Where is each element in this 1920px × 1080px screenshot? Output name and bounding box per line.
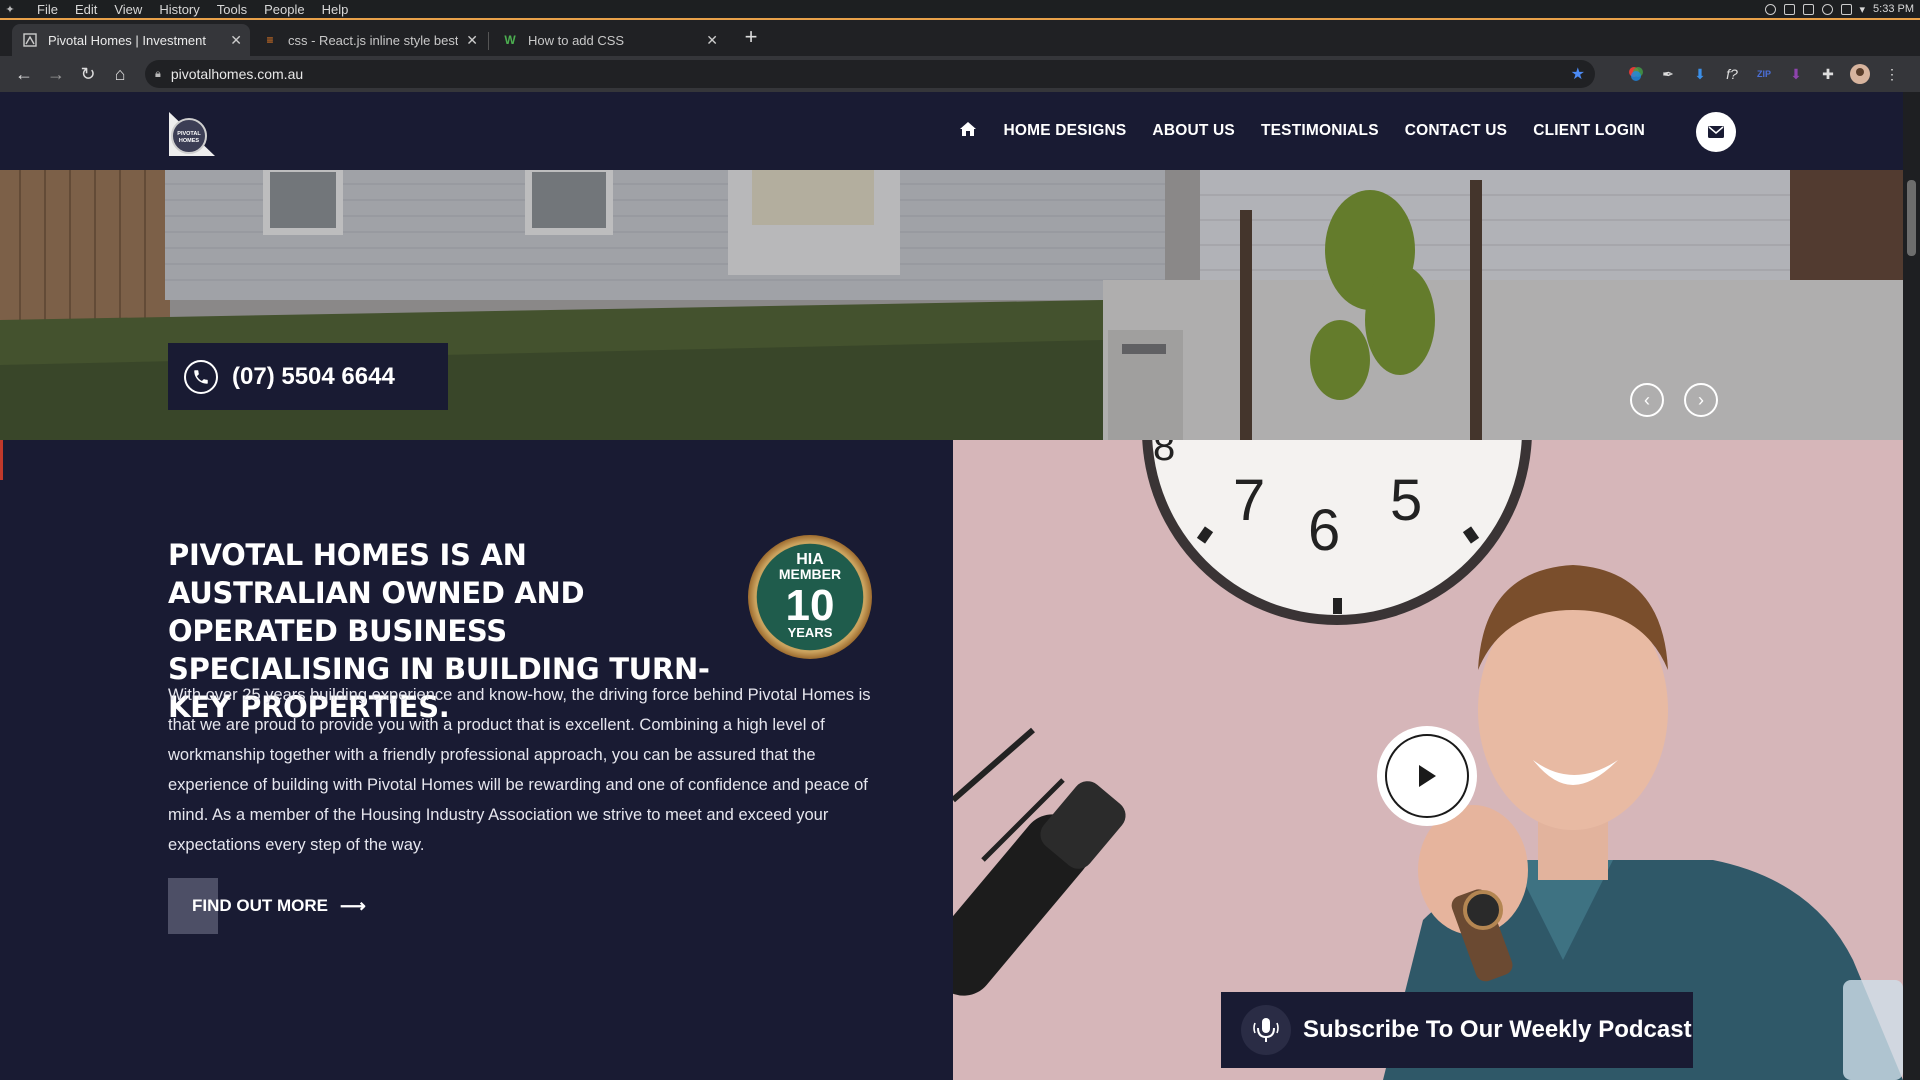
page-viewport: (07) 5504 6644 ‹ › PIVOTAL HOMES HOME DE… <box>0 92 1903 1080</box>
w3schools-favicon-icon: W <box>504 33 516 47</box>
tab-close-icon[interactable]: ✕ <box>706 32 718 49</box>
cta-label: FIND OUT MORE <box>192 896 328 915</box>
intro-paragraph: With over 25 years building experience a… <box>168 686 871 854</box>
extensions-puzzle-icon[interactable]: ✚ <box>1817 63 1839 85</box>
tab-separator <box>488 32 489 50</box>
tab-title: css - React.js inline style best <box>288 32 458 48</box>
phone-box[interactable]: (07) 5504 6644 <box>168 343 448 410</box>
os-menu-history[interactable]: History <box>159 2 199 17</box>
red-accent-edge <box>0 440 3 480</box>
clock[interactable]: 5:33 PM <box>1873 3 1914 15</box>
scrollbar-thumb[interactable] <box>1907 180 1916 256</box>
clock-numeral: 5 <box>1390 468 1422 533</box>
badge-member: MEMBER <box>779 566 841 582</box>
page-scrollbar[interactable] <box>1903 92 1920 1080</box>
clock-numeral: 8 <box>1153 440 1175 469</box>
tab-pivotal-homes[interactable]: Pivotal Homes | Investment ✕ <box>12 24 250 56</box>
tab-stackoverflow[interactable]: ≡ css - React.js inline style best ✕ <box>252 24 486 56</box>
tab-close-icon[interactable]: ✕ <box>230 32 242 49</box>
badge-number: 10 <box>786 581 835 630</box>
badge-years: YEARS <box>788 625 833 640</box>
slider-next-button[interactable]: › <box>1684 383 1718 417</box>
address-bar[interactable]: 🔒︎ pivotalhomes.com.au ★ <box>145 60 1595 88</box>
os-menu-view[interactable]: View <box>114 2 142 17</box>
tab-title: How to add CSS <box>528 32 625 48</box>
main-nav: HOME DESIGNS ABOUT US TESTIMONIALS CONTA… <box>959 92 1645 170</box>
home-button[interactable]: ⌂ <box>104 58 136 90</box>
profile-avatar[interactable] <box>1849 63 1871 85</box>
envelope-icon <box>1708 126 1724 138</box>
podcast-label: Subscribe To Our Weekly Podcast <box>1303 1016 1692 1043</box>
bookmark-star-icon[interactable]: ★ <box>1571 64 1585 84</box>
tray-clipboard-icon[interactable] <box>1802 3 1814 15</box>
nav-testimonials[interactable]: TESTIMONIALS <box>1261 122 1379 140</box>
nav-contact-us[interactable]: CONTACT US <box>1405 122 1507 140</box>
tray-volume-icon[interactable] <box>1821 3 1833 15</box>
nav-about-us[interactable]: ABOUT US <box>1152 122 1235 140</box>
phone-icon <box>184 359 218 394</box>
os-logo-icon[interactable]: ✦ <box>0 3 20 16</box>
find-out-more-button[interactable]: FIND OUT MORE ⟶ <box>168 878 366 934</box>
formula-extension-icon[interactable]: f? <box>1721 63 1743 85</box>
home-icon[interactable] <box>959 121 977 142</box>
pivotal-homes-logo[interactable]: PIVOTAL HOMES <box>165 108 219 160</box>
nav-client-login[interactable]: CLIENT LOGIN <box>1533 122 1645 140</box>
chrome-menu-icon[interactable]: ⋮ <box>1881 63 1903 85</box>
pen-extension-icon[interactable]: ✒ <box>1657 63 1679 85</box>
tab-w3schools[interactable]: W How to add CSS ✕ <box>492 24 726 56</box>
os-menu-people[interactable]: People <box>264 2 304 17</box>
tray-dropdown-icon[interactable]: ▾ <box>1860 3 1866 16</box>
site-header: PIVOTAL HOMES HOME DESIGNS ABOUT US TEST… <box>0 92 1903 170</box>
podcast-subscribe-bar[interactable]: Subscribe To Our Weekly Podcast <box>1221 992 1693 1068</box>
reload-button[interactable]: ↻ <box>72 58 104 90</box>
lock-icon[interactable]: 🔒︎ <box>155 68 161 81</box>
arrow-right-icon: ⟶ <box>340 895 366 916</box>
color-picker-extension-icon[interactable] <box>1625 63 1647 85</box>
intro-section: PIVOTAL HOMES IS AN AUSTRALIAN OWNED AND… <box>0 440 953 1080</box>
new-tab-button[interactable]: + <box>739 26 763 50</box>
logo-word-1: PIVOTAL <box>177 131 201 137</box>
tab-close-icon[interactable]: ✕ <box>466 32 478 49</box>
tray-display-icon[interactable] <box>1840 3 1852 15</box>
tab-strip: Pivotal Homes | Investment ✕ ≡ css - Rea… <box>0 18 1920 56</box>
hia-member-badge: HIA MEMBER 10 YEARS <box>748 535 872 659</box>
logo-word-2: HOMES <box>179 138 200 144</box>
back-button[interactable]: ← <box>8 58 40 90</box>
download-extension-icon[interactable]: ⬇ <box>1689 63 1711 85</box>
os-menu-tools[interactable]: Tools <box>217 2 247 17</box>
tray-media-icon[interactable] <box>1764 3 1776 15</box>
podcast-microphone-icon <box>1241 1005 1291 1055</box>
video-section[interactable]: 7 6 5 8 Subscribe To Our Weekly Podcast <box>953 440 1903 1080</box>
hero-slider: (07) 5504 6644 <box>0 170 1903 440</box>
os-menu-file[interactable]: File <box>37 2 58 17</box>
browser-toolbar: ← → ↻ ⌂ 🔒︎ pivotalhomes.com.au ★ ✒ ⬇ f? … <box>0 56 1920 92</box>
stackoverflow-favicon-icon: ≡ <box>266 33 274 47</box>
tag-extension-icon[interactable]: ZIP <box>1753 63 1775 85</box>
phone-number[interactable]: (07) 5504 6644 <box>232 363 395 391</box>
purple-download-extension-icon[interactable]: ⬇ <box>1785 63 1807 85</box>
os-menu-help[interactable]: Help <box>322 2 349 17</box>
page-favicon-icon <box>22 32 38 48</box>
play-video-button[interactable] <box>1377 726 1477 826</box>
os-menu-edit[interactable]: Edit <box>75 2 97 17</box>
play-icon <box>1419 765 1436 787</box>
tab-title: Pivotal Homes | Investment <box>48 32 206 48</box>
clock-numeral: 6 <box>1308 498 1340 563</box>
os-menubar: ✦ File Edit View History Tools People He… <box>0 0 1920 18</box>
clock-numeral: 7 <box>1233 468 1265 533</box>
url-text: pivotalhomes.com.au <box>170 66 304 82</box>
nav-home-designs[interactable]: HOME DESIGNS <box>1003 122 1126 140</box>
forward-button[interactable]: → <box>40 58 72 90</box>
email-button[interactable] <box>1696 112 1736 152</box>
slider-prev-button[interactable]: ‹ <box>1630 383 1664 417</box>
tray-user-icon[interactable] <box>1783 3 1795 15</box>
